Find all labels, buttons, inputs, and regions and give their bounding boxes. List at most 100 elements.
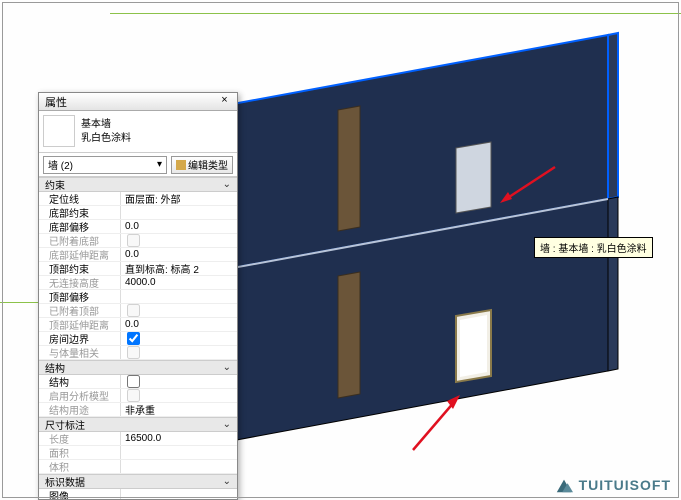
properties-list[interactable]: 约束⌄定位线面层面: 外部底部约束底部偏移0.0已附着底部底部延伸距离0.0顶部… (39, 177, 237, 499)
type-text: 基本墙 乳白色涂料 (81, 115, 131, 148)
group-header-label: 尺寸标注 (45, 417, 85, 432)
prop-value: 0.0 (121, 318, 237, 331)
prop-checkbox (127, 346, 140, 359)
prop-row[interactable]: 面积 (39, 446, 237, 460)
prop-value[interactable] (121, 489, 237, 499)
close-icon[interactable]: × (218, 95, 231, 108)
door-upper-2 (338, 106, 360, 231)
edit-type-label: 编辑类型 (188, 157, 228, 172)
prop-value (121, 234, 237, 247)
prop-label: 顶部延伸距离 (39, 318, 121, 331)
prop-label: 底部延伸距离 (39, 248, 121, 261)
prop-value (121, 389, 237, 402)
prop-label: 已附着顶部 (39, 304, 121, 317)
prop-row[interactable]: 已附着底部 (39, 234, 237, 248)
prop-label: 面积 (39, 446, 121, 459)
prop-label: 无连接高度 (39, 276, 121, 289)
expand-icon[interactable]: ⌄ (223, 362, 231, 373)
prop-label: 底部偏移 (39, 220, 121, 233)
type-thumbnail (43, 115, 75, 147)
prop-label: 与体量相关 (39, 346, 121, 359)
prop-label: 启用分析模型 (39, 389, 121, 402)
prop-value[interactable] (121, 206, 237, 219)
prop-row[interactable]: 启用分析模型 (39, 389, 237, 403)
window-lower-glass (460, 315, 487, 377)
prop-label: 图像 (39, 489, 121, 499)
prop-checkbox[interactable] (127, 375, 140, 388)
prop-label: 底部约束 (39, 206, 121, 219)
expand-icon[interactable]: ⌄ (223, 179, 231, 190)
prop-value: 0.0 (121, 248, 237, 261)
prop-value: 4000.0 (121, 276, 237, 289)
instance-selector[interactable]: 墙 (2) ▾ (43, 156, 167, 174)
prop-row[interactable]: 底部约束 (39, 206, 237, 220)
element-tooltip: 墙 : 基本墙 : 乳白色涂料 (534, 237, 653, 258)
window-upper (456, 142, 491, 213)
prop-value[interactable] (121, 290, 237, 303)
prop-value[interactable] (121, 332, 237, 345)
prop-row[interactable]: 图像 (39, 489, 237, 499)
prop-row[interactable]: 体积 (39, 460, 237, 474)
prop-label: 房间边界 (39, 332, 121, 345)
expand-icon[interactable]: ⌄ (223, 419, 231, 430)
prop-row[interactable]: 已附着顶部 (39, 304, 237, 318)
prop-row[interactable]: 定位线面层面: 外部 (39, 192, 237, 206)
prop-row[interactable]: 结构用途非承重 (39, 403, 237, 417)
prop-label: 顶部偏移 (39, 290, 121, 303)
annotation-arrow-1 (500, 165, 560, 205)
watermark: TUITUISOFT (553, 476, 671, 494)
type-family: 基本墙 (81, 118, 131, 132)
properties-panel: 属性 × 基本墙 乳白色涂料 墙 (2) ▾ 编辑类型 约束 ⌄ 定位线面层面: 外… (38, 92, 238, 500)
prop-value (121, 304, 237, 317)
type-selector[interactable]: 基本墙 乳白色涂料 (39, 111, 237, 153)
prop-value (121, 346, 237, 359)
prop-row[interactable]: 底部偏移0.0 (39, 220, 237, 234)
watermark-text: TUITUISOFT (579, 477, 671, 493)
group-header-label: 约束 (45, 177, 65, 192)
prop-row[interactable]: 顶部约束直到标高: 标高 2 (39, 262, 237, 276)
group-header-constraint[interactable]: 约束 ⌄ (39, 177, 237, 192)
annotation-arrow-2 (405, 395, 465, 455)
group-header-label: 标识数据 (45, 474, 85, 489)
prop-label: 定位线 (39, 192, 121, 205)
panel-titlebar[interactable]: 属性 × (39, 93, 237, 111)
prop-label: 已附着底部 (39, 234, 121, 247)
group-header-dim[interactable]: 尺寸标注 ⌄ (39, 417, 237, 432)
watermark-icon (553, 476, 575, 494)
prop-label: 体积 (39, 460, 121, 473)
expand-icon[interactable]: ⌄ (223, 476, 231, 487)
prop-row[interactable]: 房间边界 (39, 332, 237, 346)
prop-row[interactable]: 长度16500.0 (39, 432, 237, 446)
prop-value: 16500.0 (121, 432, 237, 445)
prop-checkbox (127, 234, 140, 247)
prop-value[interactable]: 面层面: 外部 (121, 192, 237, 205)
prop-label: 顶部约束 (39, 262, 121, 275)
group-header-structure[interactable]: 结构 ⌄ (39, 360, 237, 375)
prop-value[interactable]: 0.0 (121, 220, 237, 233)
edit-type-icon (176, 160, 186, 170)
prop-row[interactable]: 底部延伸距离0.0 (39, 248, 237, 262)
prop-row[interactable]: 无连接高度4000.0 (39, 276, 237, 290)
prop-value (121, 460, 237, 473)
group-header-id[interactable]: 标识数据 ⌄ (39, 474, 237, 489)
edit-type-button[interactable]: 编辑类型 (171, 156, 233, 174)
instance-label: 墙 (2) (48, 157, 73, 172)
prop-value[interactable] (121, 375, 237, 388)
prop-row[interactable]: 顶部偏移 (39, 290, 237, 304)
wall-lower-side (608, 197, 618, 371)
group-header-label: 结构 (45, 360, 65, 375)
prop-row[interactable]: 顶部延伸距离0.0 (39, 318, 237, 332)
prop-checkbox (127, 389, 140, 402)
type-name: 乳白色涂料 (81, 132, 131, 146)
panel-title-text: 属性 (45, 94, 67, 110)
prop-checkbox[interactable] (127, 332, 140, 345)
chevron-down-icon: ▾ (157, 159, 162, 170)
prop-value: 非承重 (121, 403, 237, 416)
prop-label: 结构 (39, 375, 121, 388)
prop-row[interactable]: 结构 (39, 375, 237, 389)
prop-value[interactable]: 直到标高: 标高 2 (121, 262, 237, 275)
prop-value (121, 446, 237, 459)
prop-row[interactable]: 与体量相关 (39, 346, 237, 360)
prop-label: 结构用途 (39, 403, 121, 416)
prop-label: 长度 (39, 432, 121, 445)
